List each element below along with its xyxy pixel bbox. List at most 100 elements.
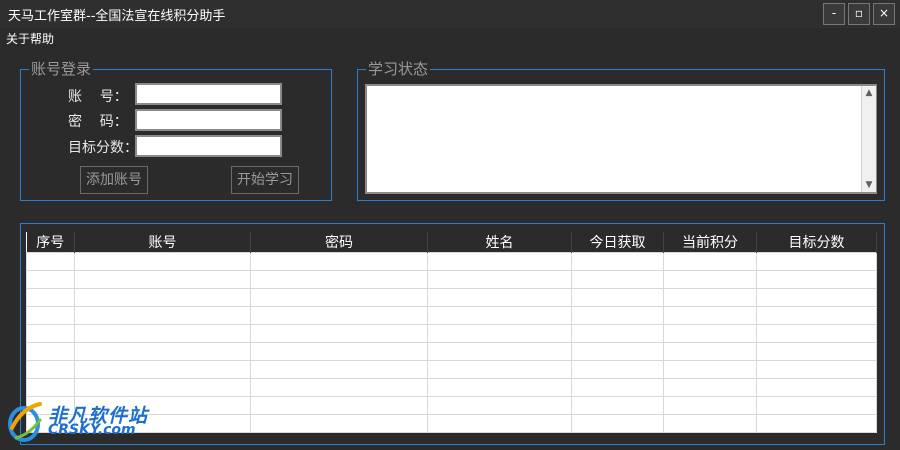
table-cell[interactable] (26, 324, 75, 343)
table-cell[interactable] (756, 378, 877, 397)
table-cell[interactable] (756, 360, 877, 379)
table-cell[interactable] (663, 324, 757, 343)
table-row[interactable] (26, 324, 877, 343)
table-cell[interactable] (663, 288, 757, 307)
table-cell[interactable] (663, 360, 757, 379)
table-cell[interactable] (427, 324, 572, 343)
title-bar: 天马工作室群--全国法宣在线积分助手 - ▫ × (0, 0, 900, 28)
table-cell[interactable] (74, 252, 251, 271)
study-status-group: 学习状态 ▲ ▼ (357, 60, 885, 201)
start-study-button[interactable]: 开始学习 (231, 166, 299, 194)
table-cell[interactable] (74, 270, 251, 289)
table-cell[interactable] (74, 360, 251, 379)
close-button[interactable]: × (873, 3, 895, 25)
table-cell[interactable] (74, 378, 251, 397)
table-cell[interactable] (250, 324, 428, 343)
table-cell[interactable] (756, 270, 877, 289)
column-header-password[interactable]: 密码 (250, 232, 428, 253)
column-header-index[interactable]: 序号 (26, 232, 75, 253)
table-cell[interactable] (250, 396, 428, 415)
status-log-textarea[interactable] (365, 84, 877, 194)
table-cell[interactable] (250, 270, 428, 289)
table-cell[interactable] (571, 414, 664, 433)
table-cell[interactable] (571, 306, 664, 325)
target-score-input[interactable] (135, 135, 282, 157)
table-cell[interactable] (571, 396, 664, 415)
table-cell[interactable] (663, 252, 757, 271)
table-cell[interactable] (756, 288, 877, 307)
scroll-up-arrow-icon[interactable]: ▲ (863, 86, 875, 100)
table-cell[interactable] (427, 414, 572, 433)
table-cell[interactable] (571, 324, 664, 343)
login-group-title: 账号登录 (29, 60, 94, 78)
table-cell[interactable] (427, 396, 572, 415)
table-cell[interactable] (250, 306, 428, 325)
table-cell[interactable] (427, 270, 572, 289)
table-cell[interactable] (26, 378, 75, 397)
table-cell[interactable] (663, 342, 757, 361)
table-cell[interactable] (427, 378, 572, 397)
table-cell[interactable] (74, 288, 251, 307)
column-header-target-score[interactable]: 目标分数 (756, 232, 877, 253)
account-input[interactable] (135, 83, 282, 105)
table-cell[interactable] (756, 252, 877, 271)
table-row[interactable] (26, 288, 877, 307)
table-row[interactable] (26, 306, 877, 325)
column-header-today-earned[interactable]: 今日获取 (571, 232, 664, 253)
table-cell[interactable] (250, 342, 428, 361)
table-cell[interactable] (756, 306, 877, 325)
table-cell[interactable] (663, 378, 757, 397)
table-cell[interactable] (663, 306, 757, 325)
table-cell[interactable] (571, 270, 664, 289)
scroll-down-arrow-icon[interactable]: ▼ (863, 178, 875, 192)
status-log-scrollbar[interactable]: ▲ ▼ (861, 86, 876, 192)
table-cell[interactable] (756, 396, 877, 415)
table-cell[interactable] (74, 342, 251, 361)
table-cell[interactable] (427, 252, 572, 271)
table-cell[interactable] (663, 396, 757, 415)
table-cell[interactable] (427, 288, 572, 307)
table-cell[interactable] (427, 306, 572, 325)
table-cell[interactable] (571, 378, 664, 397)
table-row[interactable] (26, 342, 877, 361)
table-cell[interactable] (663, 414, 757, 433)
target-score-label: 目标分数： (68, 140, 138, 156)
table-cell[interactable] (74, 306, 251, 325)
table-cell[interactable] (250, 360, 428, 379)
table-cell[interactable] (571, 288, 664, 307)
minimize-button[interactable]: - (823, 3, 845, 25)
table-cell[interactable] (26, 288, 75, 307)
table-cell[interactable] (663, 270, 757, 289)
table-cell[interactable] (250, 378, 428, 397)
column-header-name[interactable]: 姓名 (427, 232, 572, 253)
table-cell[interactable] (26, 270, 75, 289)
table-row[interactable] (26, 252, 877, 271)
column-header-account[interactable]: 账号 (74, 232, 251, 253)
table-cell[interactable] (427, 360, 572, 379)
table-cell[interactable] (571, 360, 664, 379)
table-cell[interactable] (756, 414, 877, 433)
table-cell[interactable] (250, 414, 428, 433)
table-cell[interactable] (26, 342, 75, 361)
menu-bar: 关于帮助 (0, 28, 900, 48)
table-cell[interactable] (250, 252, 428, 271)
password-input[interactable] (135, 109, 282, 131)
window-title: 天马工作室群--全国法宣在线积分助手 (8, 9, 226, 24)
table-cell[interactable] (26, 360, 75, 379)
table-row[interactable] (26, 270, 877, 289)
column-header-current-points[interactable]: 当前积分 (663, 232, 757, 253)
table-cell[interactable] (427, 342, 572, 361)
table-cell[interactable] (571, 342, 664, 361)
menu-item-about-help[interactable]: 关于帮助 (6, 30, 54, 47)
table-cell[interactable] (26, 252, 75, 271)
table-cell[interactable] (756, 324, 877, 343)
table-cell[interactable] (74, 324, 251, 343)
table-cell[interactable] (571, 252, 664, 271)
table-cell[interactable] (756, 342, 877, 361)
table-cell[interactable] (26, 306, 75, 325)
table-cell[interactable] (250, 288, 428, 307)
maximize-button[interactable]: ▫ (848, 3, 870, 25)
table-row[interactable] (26, 378, 877, 397)
add-account-button[interactable]: 添加账号 (80, 166, 148, 194)
table-row[interactable] (26, 360, 877, 379)
